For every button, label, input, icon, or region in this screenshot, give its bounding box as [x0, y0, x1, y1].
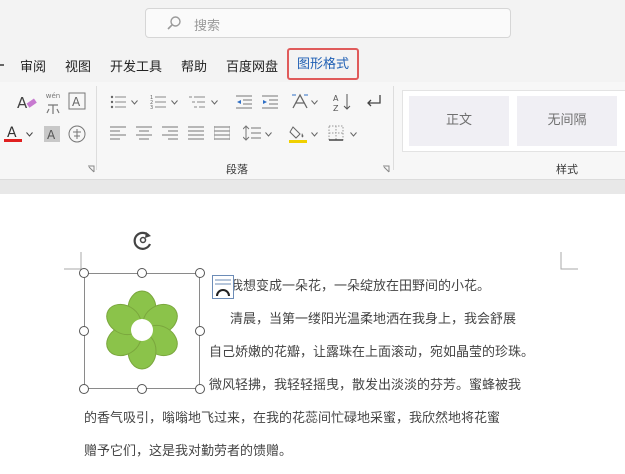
paragraph-dialog-launcher-icon[interactable]	[382, 165, 390, 173]
body-text-line: 自己娇嫩的花瓣，让露珠在上面滚动，宛如晶莹的珍珠。	[209, 345, 535, 360]
style-no-spacing[interactable]: 无间隔	[517, 96, 617, 146]
increase-indent-icon[interactable]	[262, 94, 278, 110]
margin-corner-mark	[64, 252, 82, 270]
phonetic-guide-text: wén	[45, 92, 61, 100]
ribbon: A wén A A A 123 A Z 段落 正文 无间隔 样式	[0, 82, 625, 180]
paragraph-group-label: 段落	[226, 163, 248, 176]
sort-icon[interactable]: A Z	[333, 92, 353, 112]
font-color-icon[interactable]: A	[4, 124, 22, 144]
styles-gallery: 正文 无间隔	[402, 90, 625, 152]
svg-text:A: A	[7, 125, 17, 141]
borders-dropdown-icon[interactable]	[350, 132, 357, 137]
svg-text:A: A	[17, 94, 28, 112]
tab-review[interactable]: 审阅	[20, 56, 46, 75]
layout-options-glyph	[215, 279, 231, 297]
svg-text:A: A	[72, 95, 81, 109]
rotate-handle-icon[interactable]	[131, 228, 155, 252]
line-spacing-dropdown-icon[interactable]	[265, 132, 272, 137]
character-border-icon[interactable]: A	[68, 92, 86, 110]
tab-view[interactable]: 视图	[65, 56, 91, 75]
tab-help[interactable]: 帮助	[181, 56, 207, 75]
shading-dropdown-icon[interactable]	[311, 132, 318, 137]
resize-handle-bottom-left[interactable]	[79, 384, 89, 394]
layout-options-icon[interactable]	[212, 275, 234, 299]
resize-handle-bottom-right[interactable]	[195, 384, 205, 394]
resize-handle-left[interactable]	[79, 326, 89, 336]
svg-text:3: 3	[150, 105, 153, 110]
resize-handle-top-left[interactable]	[79, 268, 89, 278]
tab-shape-format[interactable]: 图形格式	[287, 48, 360, 80]
show-formatting-marks-icon[interactable]	[364, 94, 382, 110]
font-color-dropdown-icon[interactable]	[26, 132, 33, 137]
tab-overflow-marker	[0, 64, 4, 66]
svg-text:Z: Z	[333, 104, 339, 112]
align-left-icon[interactable]	[110, 126, 126, 140]
align-right-icon[interactable]	[162, 126, 178, 140]
ribbon-document-gap	[0, 180, 625, 194]
tab-baidu-netdisk[interactable]: 百度网盘	[226, 56, 278, 75]
svg-text:A: A	[333, 94, 339, 103]
decrease-indent-icon[interactable]	[236, 94, 252, 110]
search-box[interactable]: 搜索	[145, 8, 511, 38]
numbering-icon[interactable]: 123	[150, 94, 166, 110]
distributed-align-icon[interactable]	[214, 126, 230, 140]
style-normal[interactable]: 正文	[409, 96, 509, 146]
tab-developer[interactable]: 开发工具	[110, 56, 162, 75]
phonetic-guide-icon[interactable]: wén	[44, 92, 62, 114]
search-placeholder: 搜索	[194, 19, 221, 34]
title-bar: 搜索	[0, 0, 625, 46]
multilevel-dropdown-icon[interactable]	[211, 100, 218, 105]
resize-handle-top[interactable]	[137, 268, 147, 278]
bullets-dropdown-icon[interactable]	[131, 100, 138, 105]
body-text-line: 赠予它们，这是我对勤劳者的馈赠。	[84, 444, 293, 459]
search-icon	[167, 16, 181, 30]
line-spacing-icon[interactable]	[243, 124, 261, 142]
resize-handle-top-right[interactable]	[195, 268, 205, 278]
body-text-line: 的香气吸引，嗡嗡地飞过来，在我的花蕊间忙碌地采蜜，我欣然地将花蜜	[84, 411, 501, 426]
body-text-line: 我想变成一朵花，一朵绽放在田野间的小花。	[230, 279, 491, 294]
resize-handle-right[interactable]	[195, 326, 205, 336]
resize-handle-bottom[interactable]	[137, 384, 147, 394]
flower-shape[interactable]	[100, 288, 184, 372]
body-text-line: 微风轻拂，我轻轻摇曳，散发出淡淡的芬芳。蜜蜂被我	[209, 378, 522, 393]
phonetic-char-glyph	[46, 104, 60, 114]
character-shading-icon[interactable]: A	[44, 126, 60, 142]
bullets-icon[interactable]	[110, 94, 126, 110]
chinese-layout-dropdown-icon[interactable]	[311, 100, 318, 105]
margin-corner-mark	[560, 252, 578, 270]
shading-icon[interactable]	[289, 124, 307, 144]
borders-icon[interactable]	[328, 125, 344, 141]
clear-formatting-icon[interactable]: A	[16, 92, 38, 112]
ribbon-separator	[393, 86, 394, 170]
styles-group-label: 样式	[556, 163, 578, 176]
justify-icon[interactable]	[188, 126, 204, 140]
enclose-characters-icon[interactable]	[68, 125, 86, 143]
align-center-icon[interactable]	[136, 126, 152, 140]
svg-text:A: A	[47, 128, 56, 142]
chinese-layout-icon[interactable]	[291, 92, 309, 110]
ribbon-tab-bar: 审阅 视图 开发工具 帮助 百度网盘 图形格式	[0, 46, 625, 82]
numbering-dropdown-icon[interactable]	[171, 100, 178, 105]
multilevel-list-icon[interactable]	[189, 94, 205, 110]
ribbon-separator	[96, 86, 97, 170]
body-text-line: 清晨，当第一缕阳光温柔地洒在我身上，我会舒展	[230, 312, 517, 327]
font-dialog-launcher-icon[interactable]	[87, 165, 95, 173]
